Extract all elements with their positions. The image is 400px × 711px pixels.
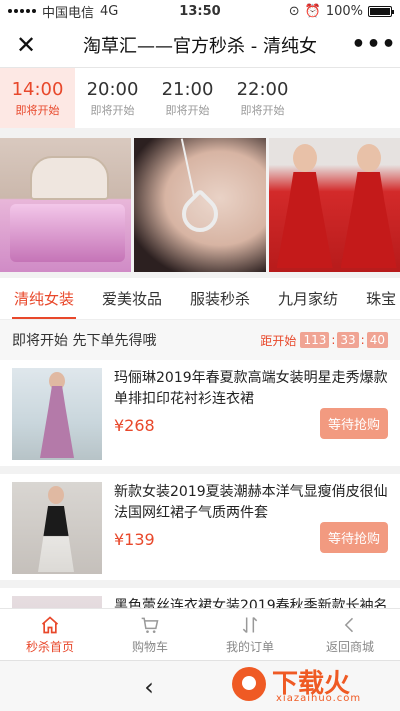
- banner-necklace[interactable]: [134, 138, 266, 272]
- status-left: 中国电信 4G: [8, 2, 118, 21]
- countdown: 距开始 113 : 33 : 40: [260, 332, 388, 349]
- close-button[interactable]: ✕: [0, 31, 52, 59]
- slot-state: 即将开始: [165, 103, 210, 117]
- slot-time: 22:00: [236, 78, 289, 100]
- time-slot-tabs: 14:00 即将开始 20:00 即将开始 21:00 即将开始 22:00 即…: [0, 68, 400, 128]
- tab-orders[interactable]: 我的订单: [200, 609, 300, 660]
- alarm-icon: ⏰: [304, 3, 321, 19]
- countdown-hours: 113: [300, 332, 330, 348]
- countdown-separator: :: [331, 333, 336, 347]
- product-list: 玛俪琳2019年春夏款高端女装明星走秀爆款单排扣印花衬衫连衣裙 ¥268 等待抢…: [0, 360, 400, 608]
- dress-shape: [40, 386, 74, 458]
- model-head-shape: [356, 144, 381, 172]
- heart-pendant-shape: [174, 188, 226, 240]
- watermark-logo-icon: [232, 667, 266, 701]
- more-button[interactable]: •••: [348, 32, 400, 57]
- slot-state: 即将开始: [90, 103, 135, 117]
- carrier-label: 中国电信: [42, 5, 95, 21]
- watermark: 下载火 xiazaihuo.com: [232, 663, 392, 709]
- network-label: 4G: [100, 3, 119, 19]
- list-item[interactable]: 新款女装2019夏装潮赫本洋气显瘦俏皮很仙法国网红裙子气质两件套 ¥139 等待…: [0, 474, 400, 588]
- tab-label: 购物车: [131, 639, 168, 654]
- battery-percent: 100%: [325, 3, 363, 19]
- tab-label: 秒杀首页: [25, 639, 74, 654]
- model-head-shape: [48, 486, 64, 504]
- watermark-sub: xiazaihuo.com: [276, 693, 362, 704]
- product-image[interactable]: [12, 368, 102, 460]
- slot-time: 21:00: [161, 78, 214, 100]
- bottom-tab-bar: 秒杀首页 购物车 我的订单 返回商城: [0, 608, 400, 660]
- product-image[interactable]: [12, 596, 102, 608]
- status-right: ⊙ ⏰ 100%: [288, 3, 394, 19]
- nav-bar: ✕ 淘草汇——官方秒杀 - 清纯女 •••: [0, 22, 400, 68]
- back-icon: [344, 617, 354, 632]
- page-title: 淘草汇——官方秒杀 - 清纯女: [83, 35, 317, 57]
- home-icon: [41, 615, 59, 633]
- bed-shape: [10, 204, 126, 262]
- browser-bottom-bar: ‹ 下载火 xiazaihuo.com: [0, 660, 400, 711]
- signal-icon: [8, 9, 36, 13]
- status-bar: 中国电信 4G 13:50 ⊙ ⏰ 100%: [0, 0, 400, 22]
- cart-icon: [141, 617, 159, 633]
- tab-category-5[interactable]: 珠宝: [352, 278, 400, 319]
- lock-rotation-icon: ⊙: [288, 3, 300, 19]
- app-page: 中国电信 4G 13:50 ⊙ ⏰ 100% ✕ 淘草汇——官方秒杀 - 清纯女…: [0, 0, 400, 711]
- product-info: 新款女装2019夏装潮赫本洋气显瘦俏皮很仙法国网红裙子气质两件套 ¥139 等待…: [114, 482, 388, 572]
- product-price: ¥268: [114, 416, 155, 435]
- browser-back-button[interactable]: ‹: [136, 673, 162, 701]
- tab-cart[interactable]: 购物车: [100, 609, 200, 660]
- outfit-shape: [38, 506, 74, 572]
- slot-time: 20:00: [86, 78, 139, 100]
- chain-shape: [180, 138, 196, 198]
- product-price: ¥139: [114, 530, 155, 549]
- tab-back-to-mall[interactable]: 返回商城: [300, 609, 400, 660]
- product-image[interactable]: [12, 482, 102, 574]
- countdown-minutes: 33: [337, 332, 359, 348]
- banner-row: [0, 138, 400, 272]
- time-slot-2100[interactable]: 21:00 即将开始: [150, 68, 225, 128]
- slot-state: 即将开始: [15, 103, 60, 117]
- time-slot-1400[interactable]: 14:00 即将开始: [0, 68, 75, 128]
- headboard-shape: [30, 156, 110, 200]
- wait-to-buy-button[interactable]: 等待抢购: [319, 408, 388, 439]
- countdown-seconds: 40: [366, 332, 388, 348]
- tab-category-1[interactable]: 清纯女装: [0, 278, 88, 319]
- red-dress-shape: [340, 172, 397, 268]
- product-title[interactable]: 黑色蕾丝连衣裙女装2019春秋季新款长袖名: [114, 596, 388, 608]
- tab-label: 我的订单: [225, 639, 274, 654]
- countdown-separator: :: [360, 333, 365, 347]
- slot-state: 即将开始: [240, 103, 285, 117]
- product-title[interactable]: 玛俪琳2019年春夏款高端女装明星走秀爆款单排扣印花衬衫连衣裙: [114, 368, 388, 410]
- list-item[interactable]: 玛俪琳2019年春夏款高端女装明星走秀爆款单排扣印花衬衫连衣裙 ¥268 等待抢…: [0, 360, 400, 474]
- tab-category-2[interactable]: 爱美妆品: [88, 278, 176, 319]
- banner-bedding[interactable]: [0, 138, 132, 272]
- list-item[interactable]: 黑色蕾丝连衣裙女装2019春秋季新款长袖名: [0, 588, 400, 608]
- countdown-label: 距开始: [260, 333, 297, 348]
- product-title[interactable]: 新款女装2019夏装潮赫本洋气显瘦俏皮很仙法国网红裙子气质两件套: [114, 482, 388, 524]
- notice-row: 即将开始 先下单先得哦 距开始 113 : 33 : 40: [0, 320, 400, 360]
- time-slot-2000[interactable]: 20:00 即将开始: [75, 68, 150, 128]
- red-dress-shape: [276, 172, 333, 268]
- notice-message: 即将开始 先下单先得哦: [12, 333, 157, 349]
- battery-icon: [368, 5, 394, 17]
- tab-seckill-home[interactable]: 秒杀首页: [0, 609, 100, 660]
- tab-category-4[interactable]: 九月家纺: [264, 278, 352, 319]
- tab-label: 返回商城: [325, 639, 374, 654]
- slot-time: 14:00: [11, 78, 64, 100]
- tab-category-3[interactable]: 服装秒杀: [176, 278, 264, 319]
- wait-to-buy-button[interactable]: 等待抢购: [319, 522, 388, 553]
- model-head-shape: [292, 144, 317, 172]
- category-tabs: 清纯女装 爱美妆品 服装秒杀 九月家纺 珠宝: [0, 278, 400, 320]
- product-info: 玛俪琳2019年春夏款高端女装明星走秀爆款单排扣印花衬衫连衣裙 ¥268 等待抢…: [114, 368, 388, 458]
- orders-icon: [242, 616, 258, 633]
- banner-lingerie[interactable]: [268, 138, 400, 272]
- time-slot-2200[interactable]: 22:00 即将开始: [225, 68, 300, 128]
- product-info: 黑色蕾丝连衣裙女装2019春秋季新款长袖名: [114, 596, 388, 608]
